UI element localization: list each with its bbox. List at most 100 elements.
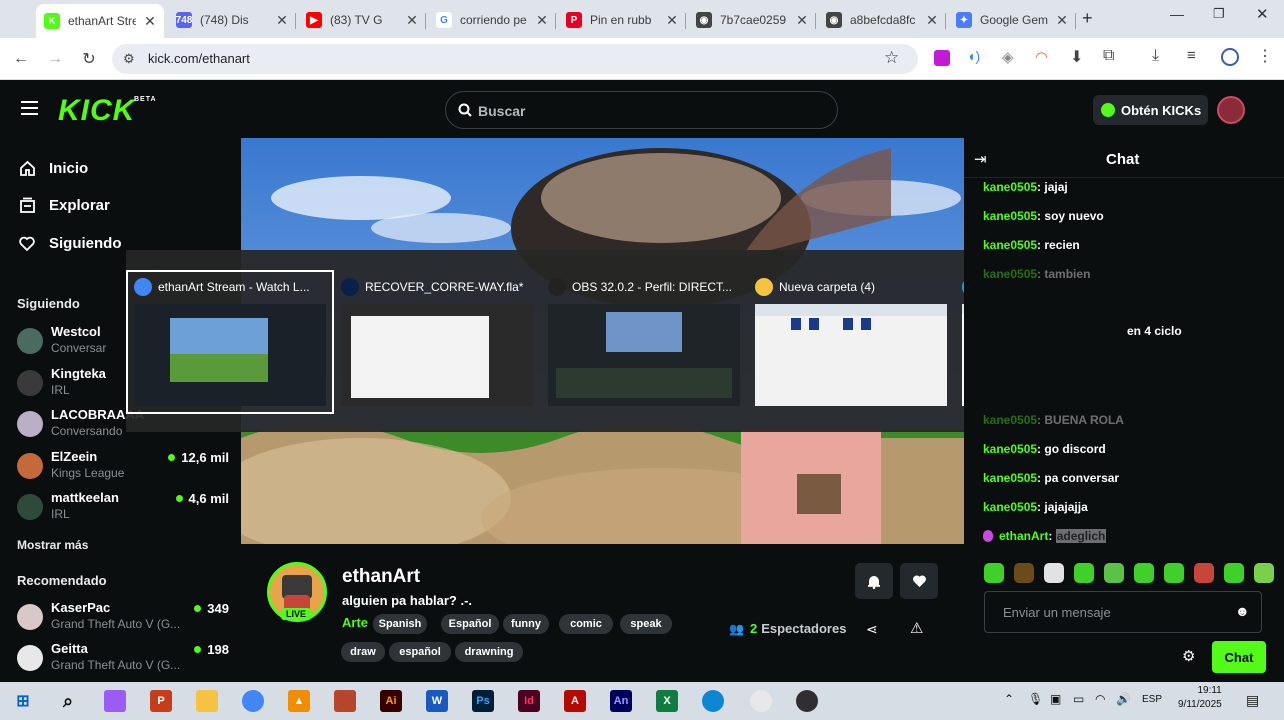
illustrator-icon[interactable]: Ai bbox=[380, 690, 402, 712]
mic-icon[interactable]: 🎙 bbox=[1028, 692, 1043, 706]
hamburger-menu-icon[interactable] bbox=[21, 101, 38, 115]
browser-tab[interactable]: ◉ 7b7cae0259 ✕ bbox=[688, 6, 816, 34]
stream-tag[interactable]: Español bbox=[441, 614, 499, 634]
downloads-icon[interactable]: ⤓ bbox=[1152, 47, 1159, 65]
search-input[interactable]: Buscar bbox=[445, 91, 838, 129]
taskbar-search-icon[interactable]: ⌕ bbox=[57, 690, 79, 712]
tab-close-icon[interactable]: ✕ bbox=[1054, 12, 1070, 29]
switcher-window[interactable]: ethanArt Stream - Watch L... bbox=[126, 270, 334, 414]
location-extension-icon[interactable]: ◈ bbox=[1002, 48, 1014, 66]
switcher-window[interactable]: Nueva carpeta (4) bbox=[749, 272, 953, 412]
audio-extension-icon[interactable]: ◖) bbox=[967, 48, 980, 64]
follow-button[interactable] bbox=[900, 563, 938, 599]
app-tray-icon[interactable]: ▣ bbox=[1050, 692, 1061, 706]
notifications-button[interactable] bbox=[855, 563, 893, 599]
emote-icon[interactable] bbox=[1164, 563, 1184, 583]
stream-tag[interactable]: español bbox=[389, 642, 451, 662]
sidebar-channel[interactable]: ElZeein Kings League 12,6 mil bbox=[17, 449, 229, 485]
browser-menu-icon[interactable]: ⋮ bbox=[1257, 46, 1273, 66]
tab-close-icon[interactable]: ✕ bbox=[664, 12, 680, 29]
chat-username[interactable]: ethanArt bbox=[999, 529, 1048, 543]
emote-icon[interactable] bbox=[984, 563, 1004, 583]
download-extension-icon[interactable]: ⬇ bbox=[1070, 47, 1083, 67]
obs-icon[interactable] bbox=[796, 690, 818, 712]
switcher-window[interactable]: OBS 32.0.2 - Perfil: DIRECT... bbox=[542, 272, 746, 412]
report-warning-icon[interactable]: ⚠ bbox=[910, 619, 923, 637]
tab-close-icon[interactable]: ✕ bbox=[924, 12, 940, 29]
minimize-button[interactable]: — bbox=[1170, 6, 1184, 22]
omnibox[interactable]: ⚙ kick.com/ethanart ☆ bbox=[112, 44, 918, 74]
site-info-icon[interactable]: ⚙ bbox=[123, 51, 135, 67]
browser-tab[interactable]: ◉ a8befcda8fc ✕ bbox=[818, 6, 946, 34]
edge-icon[interactable] bbox=[702, 690, 724, 712]
kick-logo[interactable]: KICK BETA bbox=[58, 94, 156, 128]
sidebar-channel[interactable]: mattkeelan IRL 4,6 mil bbox=[17, 490, 229, 526]
volume-icon[interactable]: 🔊 bbox=[1116, 692, 1131, 706]
emote-icon[interactable] bbox=[1194, 563, 1214, 583]
chat-username[interactable]: kane0505 bbox=[983, 442, 1037, 456]
nav-explore[interactable]: Explorar bbox=[18, 196, 110, 214]
media-control-icon[interactable]: ≡ bbox=[1187, 47, 1196, 64]
chrome-icon[interactable] bbox=[242, 690, 264, 712]
chat-username[interactable]: kane0505 bbox=[983, 500, 1037, 514]
forward-icon[interactable]: → bbox=[44, 48, 66, 70]
nav-home[interactable]: Inicio bbox=[18, 159, 88, 177]
emote-icon[interactable] bbox=[1044, 563, 1064, 583]
extension-icon[interactable] bbox=[934, 50, 950, 66]
show-more-link[interactable]: Mostrar más bbox=[17, 538, 88, 552]
chat-username[interactable]: kane0505 bbox=[983, 209, 1037, 223]
language-indicator[interactable]: ESP bbox=[1142, 694, 1162, 705]
back-icon[interactable]: ← bbox=[10, 48, 32, 70]
share-icon[interactable]: ⋖ bbox=[866, 621, 878, 638]
chat-username[interactable]: kane0505 bbox=[983, 238, 1037, 252]
sidebar-channel[interactable]: KaserPac Grand Theft Auto V (G... 349 bbox=[17, 600, 229, 636]
emote-icon[interactable] bbox=[1254, 563, 1274, 583]
chat-username[interactable]: kane0505 bbox=[983, 180, 1037, 194]
stream-tag[interactable]: Spanish bbox=[373, 614, 427, 634]
app-icon[interactable] bbox=[334, 690, 356, 712]
animate-icon[interactable]: An bbox=[610, 690, 632, 712]
tray-chevron-icon[interactable]: ⌃ bbox=[1004, 692, 1014, 706]
emote-icon[interactable] bbox=[1224, 563, 1244, 583]
acrobat-icon[interactable]: A bbox=[564, 690, 586, 712]
indesign-icon[interactable]: Id bbox=[518, 690, 540, 712]
emote-icon[interactable] bbox=[1104, 563, 1124, 583]
chat-message-input[interactable]: Enviar un mensaje ☻ bbox=[984, 591, 1262, 633]
notifications-tray-icon[interactable]: ▤ bbox=[1246, 692, 1259, 709]
stream-tag[interactable]: drawning bbox=[455, 642, 523, 662]
reload-icon[interactable]: ↻ bbox=[78, 48, 100, 70]
tab-close-icon[interactable]: ✕ bbox=[794, 12, 810, 29]
new-tab-button[interactable]: + bbox=[1082, 8, 1093, 29]
close-window-button[interactable]: ✕ bbox=[1256, 5, 1269, 23]
emote-icon[interactable] bbox=[1014, 563, 1034, 583]
browser-tab[interactable]: 748 (748) Dis ✕ bbox=[168, 6, 296, 34]
stream-tag[interactable]: speak bbox=[620, 614, 672, 634]
vlc-icon[interactable]: ▲ bbox=[288, 690, 310, 712]
browser-tab[interactable]: ✦ Google Gem ✕ bbox=[948, 6, 1076, 34]
headset-extension-icon[interactable]: ◠ bbox=[1035, 48, 1048, 66]
collapse-chat-icon[interactable]: ⇥ bbox=[974, 150, 987, 168]
chat-settings-icon[interactable]: ⚙ bbox=[1182, 647, 1195, 665]
profile-icon[interactable] bbox=[1221, 48, 1239, 66]
stream-category[interactable]: Arte bbox=[342, 615, 368, 630]
user-avatar[interactable] bbox=[1217, 96, 1245, 124]
stream-tag[interactable]: comic bbox=[559, 614, 613, 634]
clock[interactable]: 19:11 9/11/2025 bbox=[1178, 685, 1222, 710]
app-icon-2[interactable] bbox=[750, 690, 772, 712]
stream-tag[interactable]: draw bbox=[341, 642, 385, 662]
send-chat-button[interactable]: Chat bbox=[1212, 641, 1266, 673]
photoshop-icon[interactable]: Ps bbox=[472, 690, 494, 712]
tab-close-icon[interactable]: ✕ bbox=[142, 13, 158, 30]
browser-tab[interactable]: Gcorriendo pe ✕ bbox=[428, 6, 556, 34]
tab-close-icon[interactable]: ✕ bbox=[534, 12, 550, 29]
browser-tab[interactable]: P Pin en rubb ✕ bbox=[558, 6, 686, 34]
chat-username[interactable]: kane0505 bbox=[983, 471, 1037, 485]
emoji-picker-icon[interactable]: ☻ bbox=[1235, 603, 1250, 619]
sidebar-channel[interactable]: Geitta Grand Theft Auto V (G... 198 bbox=[17, 641, 229, 677]
nav-following[interactable]: Siguiendo bbox=[18, 234, 122, 252]
start-windows-icon[interactable]: ⊞ bbox=[12, 690, 34, 712]
extensions-puzzle-icon[interactable]: ⧉ bbox=[1103, 47, 1114, 65]
chat-username[interactable]: kane0505 bbox=[983, 413, 1037, 427]
switcher-window[interactable]: RECOVER_CORRE-WAY.fla* bbox=[335, 272, 539, 412]
powerpoint-icon[interactable]: P bbox=[150, 690, 172, 712]
